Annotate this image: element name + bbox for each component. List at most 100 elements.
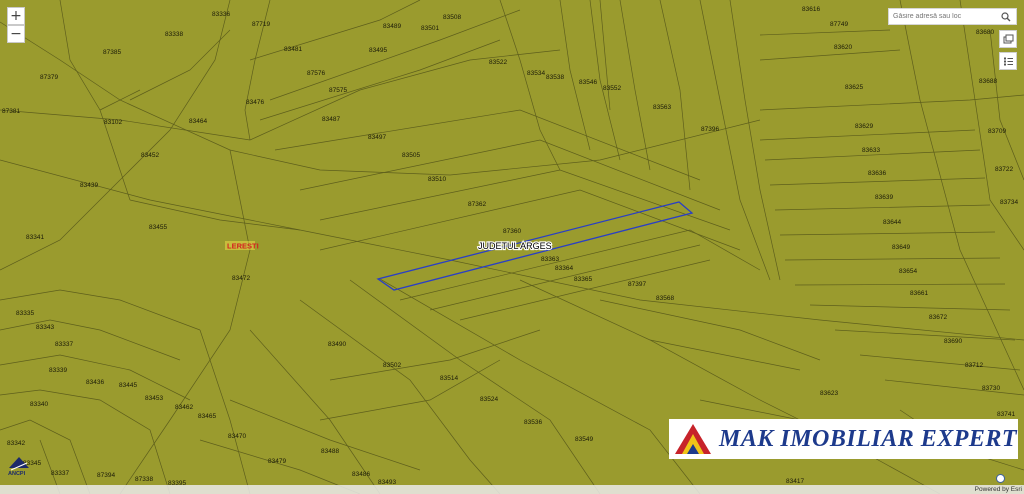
- parcel-id-label: 83501: [421, 25, 439, 32]
- parcel-id-label: 83639: [875, 194, 893, 201]
- legend-button[interactable]: [999, 52, 1017, 70]
- parcel-id-label: 83476: [246, 99, 264, 106]
- parcel-id-label: 83339: [49, 367, 67, 374]
- attribution-toggle[interactable]: [996, 474, 1005, 483]
- parcel-id-label: 83489: [383, 23, 401, 30]
- attribution-bar: [0, 485, 1024, 494]
- parcel-id-label: 87576: [307, 70, 325, 77]
- parcel-id-label: 83625: [845, 84, 863, 91]
- search-button[interactable]: [996, 9, 1016, 24]
- parcel-id-label: 83335: [16, 310, 34, 317]
- parcel-id-label: 87385: [103, 49, 121, 56]
- parcel-id-label: 83546: [579, 79, 597, 86]
- parcel-id-label: 83481: [284, 46, 302, 53]
- parcel-id-label: 83508: [443, 14, 461, 21]
- parcel-id-label: 83338: [165, 31, 183, 38]
- ancpi-logo-icon: [9, 457, 29, 471]
- parcel-id-label: 87379: [40, 74, 58, 81]
- parcel-id-label: 87381: [2, 108, 20, 115]
- zoom-out-button[interactable]: −: [7, 25, 25, 43]
- basemap-gallery-icon: [1003, 34, 1013, 43]
- basemap-gallery-button[interactable]: [999, 30, 1017, 48]
- parcel-id-label: 83453: [145, 395, 163, 402]
- parcel-id-label: 83488: [321, 448, 339, 455]
- parcel-id-label: 83568: [656, 295, 674, 302]
- parcel-id-label: 83524: [480, 396, 498, 403]
- parcel-id-label: 83522: [489, 59, 507, 66]
- parcel-id-label: 83712: [965, 362, 983, 369]
- parcel-id-label: 83486: [352, 471, 370, 478]
- parcel-id-label: 83654: [899, 268, 917, 275]
- parcel-id-label: 87397: [628, 281, 646, 288]
- parcel-id-label: 83337: [55, 341, 73, 348]
- parcel-id-label: 83452: [141, 152, 159, 159]
- parcel-id-label: 83538: [546, 74, 564, 81]
- parcel-id-label: 83636: [868, 170, 886, 177]
- place-label-text: LERESTI: [227, 242, 259, 251]
- parcel-id-label: 83102: [104, 119, 122, 126]
- parcel-id-label: 83722: [995, 166, 1013, 173]
- parcel-id-label: 83563: [653, 104, 671, 111]
- place-label-leresti: LERESTI: [225, 241, 259, 251]
- powered-by-esri[interactable]: Powered by Esri: [975, 486, 1022, 493]
- parcel-id-label: 83620: [834, 44, 852, 51]
- parcel-id-label: 83734: [1000, 199, 1018, 206]
- parcel-id-label: 83616: [802, 6, 820, 13]
- parcel-id-label: 83549: [575, 436, 593, 443]
- parcel-id-label: 83672: [929, 314, 947, 321]
- parcel-id-label: 83341: [26, 234, 44, 241]
- parcel-id-label: 83534: [527, 70, 545, 77]
- parcel-id-label: 87396: [701, 126, 719, 133]
- parcel-id-label: 83417: [786, 478, 804, 485]
- parcel-id-label: 83342: [7, 440, 25, 447]
- company-name: MAK IMOBILIAR EXPERT: [719, 425, 1018, 452]
- search-icon: [1001, 11, 1011, 21]
- parcel-id-label: 83343: [36, 324, 54, 331]
- parcel-id-label: 83502: [383, 362, 401, 369]
- parcel-id-label: 83730: [982, 385, 1000, 392]
- parcel-id-label: 83340: [30, 401, 48, 408]
- parcel-id-label: 83661: [910, 290, 928, 297]
- parcel-id-label: 83497: [368, 134, 386, 141]
- parcel-id-label: 83536: [524, 419, 542, 426]
- parcel-id-label: 83490: [328, 341, 346, 348]
- parcel-id-label: 83436: [86, 379, 104, 386]
- parcel-id-label: 83337: [51, 470, 69, 477]
- parcel-id-label: 83510: [428, 176, 446, 183]
- parcel-id-label: 83363: [541, 256, 559, 263]
- parcel-id-label: 83709: [988, 128, 1006, 135]
- county-label: JUDETUL ARGES: [478, 241, 552, 251]
- parcel-id-label: 83690: [944, 338, 962, 345]
- ancpi-logo-text: ANCPI: [8, 471, 26, 477]
- parcel-id-label: 83688: [979, 78, 997, 85]
- parcel-id-label: 83552: [603, 85, 621, 92]
- parcel-id-label: 83462: [175, 404, 193, 411]
- parcel-id-label: 87719: [252, 21, 270, 28]
- zoom-in-button[interactable]: +: [7, 7, 25, 25]
- parcel-id-label: 83644: [883, 219, 901, 226]
- parcel-id-label: 87338: [135, 476, 153, 483]
- parcel-id-label: 83505: [402, 152, 420, 159]
- parcel-id-label: 83623: [820, 390, 838, 397]
- parcel-id-label: 83365: [574, 276, 592, 283]
- parcel-id-label: 87749: [830, 21, 848, 28]
- company-logo-icon: [675, 424, 711, 454]
- parcel-id-label: 83472: [232, 275, 250, 282]
- parcel-id-label: 83364: [555, 265, 573, 272]
- parcel-id-label: 83680: [976, 29, 994, 36]
- parcel-id-label: 83465: [198, 413, 216, 420]
- search-input[interactable]: [889, 10, 997, 23]
- parcel-id-label: 83445: [119, 382, 137, 389]
- parcel-id-label: 83487: [322, 116, 340, 123]
- parcel-id-label: 83633: [862, 147, 880, 154]
- parcel-id-label: 83464: [189, 118, 207, 125]
- parcel-id-label: 83455: [149, 224, 167, 231]
- parcel-id-label: 83470: [228, 433, 246, 440]
- parcel-id-label: 87394: [97, 472, 115, 479]
- legend-list-icon: [1003, 57, 1013, 65]
- search-bar: [888, 8, 1017, 25]
- parcel-id-label: 83741: [997, 411, 1015, 418]
- parcel-id-label: 83649: [892, 244, 910, 251]
- parcel-id-label: 83514: [440, 375, 458, 382]
- parcel-id-label: 83495: [369, 47, 387, 54]
